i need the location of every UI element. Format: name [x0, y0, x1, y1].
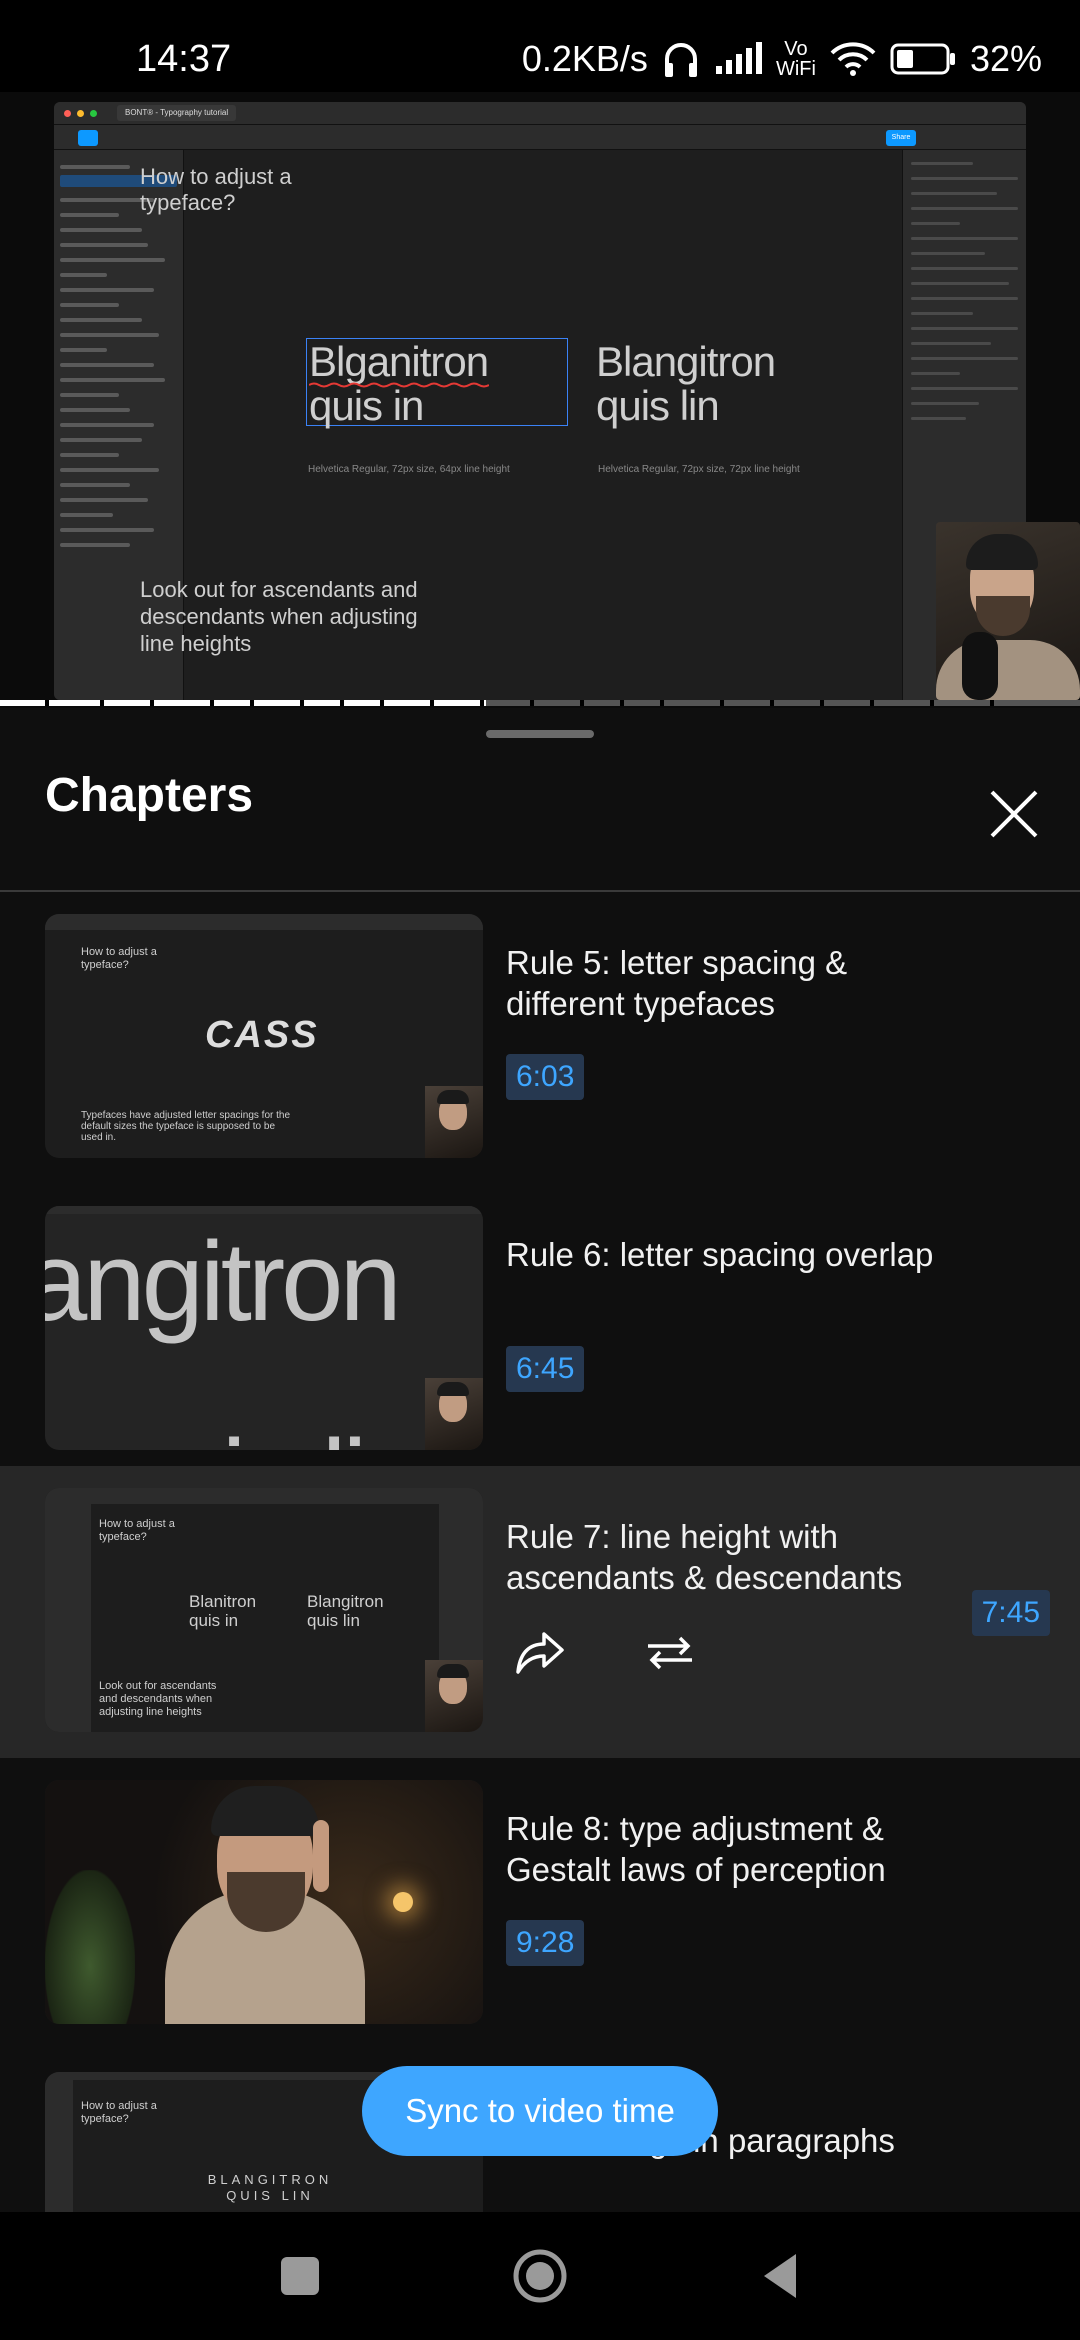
sample-text-right: Blangitron quis lin [596, 338, 776, 429]
chapter-item-rule-5[interactable]: How to adjust a typeface? CASS Typefaces… [0, 892, 1080, 1184]
chapter-timestamp[interactable]: 6:03 [506, 1054, 585, 1100]
chapter-timestamp[interactable]: 6:45 [506, 1346, 585, 1392]
video-progress-bar[interactable] [0, 700, 1080, 706]
presenter-webcam [936, 522, 1080, 700]
video-player[interactable]: BONT® - Typography tutorial Share How to… [0, 92, 1080, 708]
chapter-title: Rule 8: type adjustment & Gestalt laws o… [506, 1810, 886, 1888]
chapter-title: Rule 7: line height with ascendants & de… [506, 1518, 903, 1596]
status-time: 14:37 [136, 38, 232, 80]
chapter-thumbnail: angitron quis lin [45, 1206, 483, 1450]
caption-right: Helvetica Regular, 72px size, 72px line … [598, 464, 800, 475]
network-speed: 0.2KB/s [521, 38, 648, 79]
vowifi-icon: Vo WiFi [775, 38, 816, 80]
chapter-item-rule-8[interactable]: Rule 8: type adjustment & Gestalt laws o… [0, 1758, 1080, 2050]
headphones-icon [664, 43, 697, 77]
progress-played [0, 700, 486, 706]
canvas-heading: How to adjust a typeface? [140, 164, 292, 215]
signal-icon [715, 42, 762, 74]
chapter-thumbnail: How to adjust a typeface? CASS Typefaces… [45, 914, 483, 1158]
canvas-note: Look out for ascendants and descendants … [140, 577, 418, 656]
thumb-cass-logo: CASS [205, 1014, 319, 1056]
status-right: 0.2KB/s Vo WiFi 32% [522, 38, 1042, 80]
chapter-item-rule-7[interactable]: How to adjust a typeface? Blanitron quis… [0, 1466, 1080, 1758]
recents-square-icon[interactable] [270, 2246, 330, 2306]
figma-tabbar: BONT® - Typography tutorial [54, 102, 1026, 124]
chapter-title: Rule 5: letter spacing & different typef… [506, 944, 848, 1022]
close-icon[interactable] [984, 784, 1044, 844]
wifi-icon [830, 42, 876, 76]
chapter-thumbnail: How to adjust a typeface? Blanitron quis… [45, 1488, 483, 1732]
chapters-sheet: Chapters How to adjust a typeface? CASS … [0, 708, 1080, 2212]
chapter-item-rule-6[interactable]: angitron quis lin Rule 6: letter spacing… [0, 1184, 1080, 1476]
loop-icon[interactable] [640, 1622, 700, 1682]
figma-share-button: Share [886, 130, 916, 146]
chapter-timestamp[interactable]: 7:45 [971, 1590, 1050, 1636]
share-icon[interactable] [508, 1622, 568, 1682]
battery-icon [890, 43, 955, 75]
system-nav-bar [0, 2212, 1080, 2340]
battery-percent: 32% [969, 38, 1042, 79]
caption-left: Helvetica Regular, 72px size, 64px line … [308, 464, 510, 475]
chapter-title: Rule 6: letter spacing overlap [506, 1236, 934, 1273]
home-circle-icon[interactable] [510, 2246, 570, 2306]
sync-to-video-time-button[interactable]: Sync to video time [362, 2066, 718, 2156]
chapter-timestamp[interactable]: 9:28 [506, 1920, 585, 1966]
figma-toolbar: Share [54, 124, 1026, 150]
figma-tab: BONT® - Typography tutorial [117, 105, 237, 121]
back-triangle-icon[interactable] [750, 2246, 810, 2306]
sheet-drag-handle[interactable] [486, 730, 594, 738]
sheet-title: Chapters [45, 769, 254, 822]
status-bar: 14:37 0.2KB/s Vo WiFi 32% [0, 0, 1080, 92]
chapter-thumbnail [45, 1780, 483, 2024]
spellcheck-squiggle [309, 382, 489, 388]
